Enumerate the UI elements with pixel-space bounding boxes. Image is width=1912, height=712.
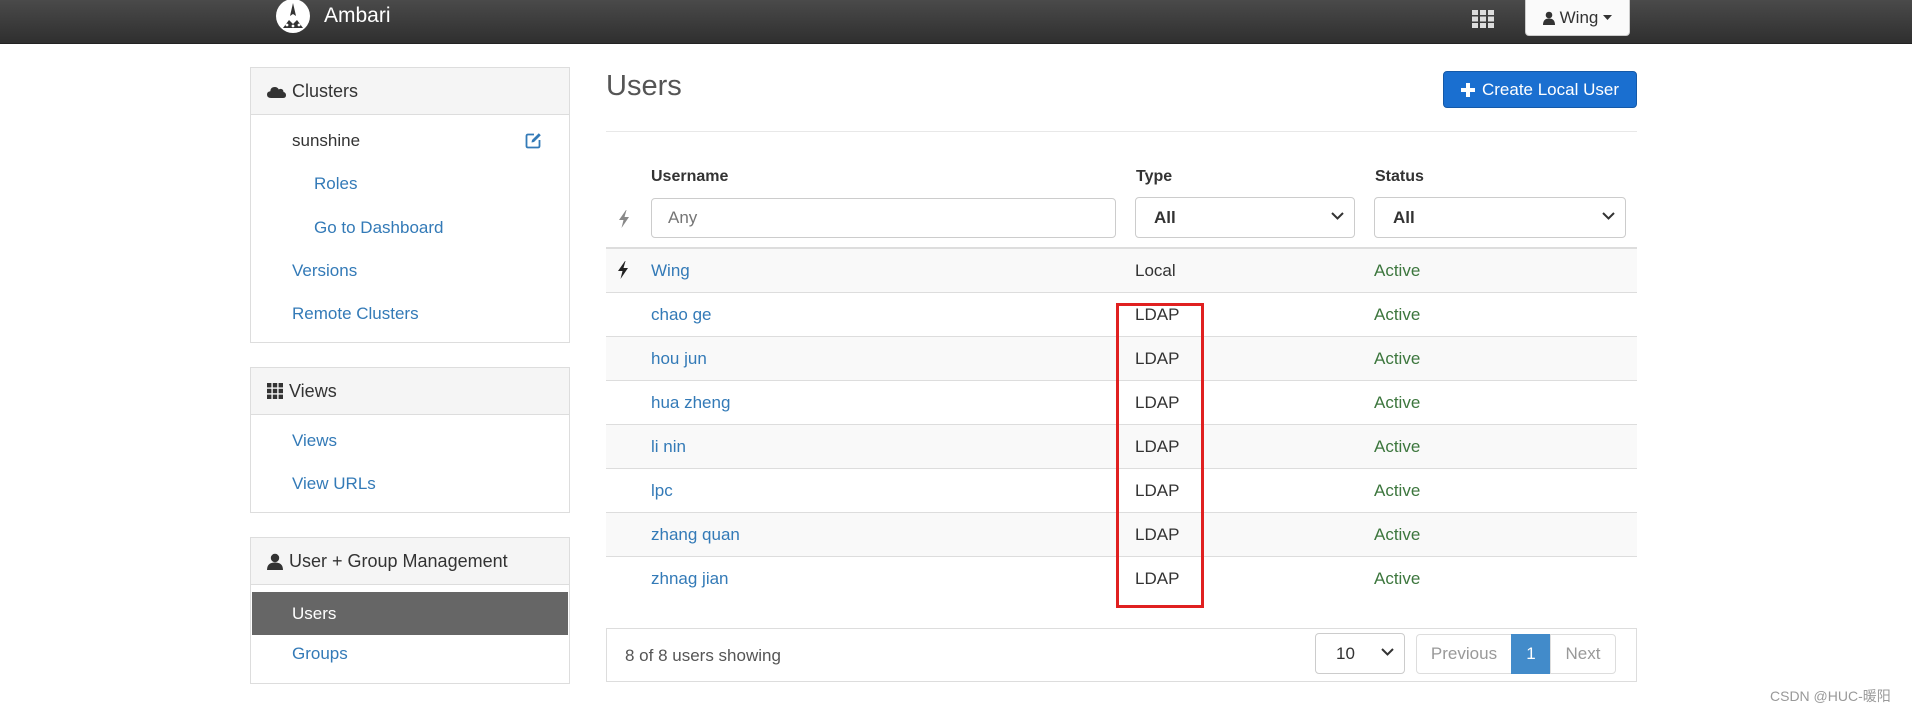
type-filter-value: All (1154, 207, 1176, 227)
user-status: Active (1374, 437, 1421, 456)
user-icon (267, 553, 283, 570)
column-header-username[interactable]: Username (651, 168, 728, 186)
views-panel: Views Views View URLs (250, 367, 570, 513)
user-status: Active (1374, 305, 1421, 324)
column-header-type[interactable]: Type (1136, 168, 1172, 186)
clusters-panel-header: Clusters (251, 68, 569, 115)
plus-icon (1460, 82, 1475, 97)
views-heading: Views (289, 380, 337, 401)
chevron-down-icon (1331, 212, 1344, 220)
sidebar-item-groups[interactable]: Groups (292, 644, 348, 664)
bolt-icon (619, 210, 629, 228)
clusters-panel: Clusters sunshine Roles Go to Dashboard … (250, 67, 570, 343)
user-status: Active (1374, 393, 1421, 412)
previous-page-button[interactable]: Previous (1416, 634, 1512, 674)
user-status: Active (1374, 569, 1421, 588)
sidebar-item-users[interactable]: Users (252, 592, 568, 635)
column-header-status[interactable]: Status (1375, 168, 1424, 186)
status-filter-value: All (1393, 207, 1415, 227)
sidebar-item-roles[interactable]: Roles (314, 174, 357, 194)
user-status: Active (1374, 349, 1421, 368)
user-menu-label: Wing (1559, 7, 1599, 27)
username-link[interactable]: lpc (651, 481, 673, 501)
user-status: Active (1374, 261, 1421, 280)
cloud-icon (267, 86, 286, 98)
user-icon (1542, 11, 1555, 25)
type-filter-select[interactable]: All (1135, 197, 1355, 238)
pagination: Previous 1 Next (1416, 634, 1616, 674)
username-link[interactable]: hou jun (651, 349, 707, 369)
status-filter-select[interactable]: All (1374, 197, 1626, 238)
page-1-button[interactable]: 1 (1511, 634, 1551, 674)
top-navbar: Ambari Wing (0, 0, 1912, 44)
next-page-button[interactable]: Next (1550, 634, 1616, 674)
table-row: Wing Local Active (606, 249, 1637, 293)
create-local-user-label: Create Local User (1481, 79, 1619, 99)
username-link[interactable]: hua zheng (651, 393, 730, 413)
sidebar-item-versions[interactable]: Versions (292, 261, 357, 281)
chevron-down-icon (1381, 648, 1394, 656)
chevron-down-icon (1602, 212, 1615, 220)
user-count-text: 8 of 8 users showing (625, 646, 781, 665)
username-link[interactable]: zhnag jian (651, 569, 729, 589)
sidebar-item-go-to-dashboard[interactable]: Go to Dashboard (314, 218, 443, 238)
username-link[interactable]: li nin (651, 437, 686, 457)
user-group-panel-header: User + Group Management (251, 538, 569, 585)
sidebar-item-views[interactable]: Views (292, 431, 337, 451)
clusters-heading: Clusters (292, 80, 359, 101)
table-footer: 8 of 8 users showing 10 Previous 1 Next (606, 628, 1637, 682)
type-column-highlight-box (1116, 303, 1204, 608)
user-group-heading: User + Group Management (289, 550, 508, 571)
username-link[interactable]: zhang quan (651, 525, 740, 545)
admin-bolt-icon (618, 261, 628, 279)
header-divider (606, 131, 1637, 132)
page-size-value: 10 (1336, 643, 1355, 663)
apps-grid-icon[interactable] (1472, 10, 1494, 28)
user-type: Local (1135, 261, 1176, 280)
sidebar-item-remote-clusters[interactable]: Remote Clusters (292, 304, 419, 324)
page-title: Users (606, 70, 682, 102)
sidebar-item-view-urls[interactable]: View URLs (292, 474, 376, 494)
username-link[interactable]: Wing (651, 261, 690, 281)
user-status: Active (1374, 525, 1421, 544)
watermark-text: CSDN @HUC-暖阳 (1770, 688, 1891, 704)
username-filter-input[interactable] (651, 198, 1116, 238)
page-size-select[interactable]: 10 (1315, 633, 1405, 674)
cluster-name: sunshine (292, 131, 361, 150)
ambari-logo-icon[interactable] (275, 0, 311, 36)
user-menu-button[interactable]: Wing (1525, 0, 1630, 36)
create-local-user-button[interactable]: Create Local User (1443, 71, 1637, 108)
user-status: Active (1374, 481, 1421, 500)
views-panel-header: Views (251, 368, 569, 415)
app-title[interactable]: Ambari (324, 4, 391, 28)
edit-icon[interactable] (525, 132, 542, 149)
grid-icon (267, 383, 283, 399)
caret-down-icon (1603, 15, 1613, 20)
username-link[interactable]: chao ge (651, 305, 712, 325)
sidebar-item-users-label: Users (292, 603, 337, 623)
user-group-panel: User + Group Management Users Groups (250, 537, 570, 684)
